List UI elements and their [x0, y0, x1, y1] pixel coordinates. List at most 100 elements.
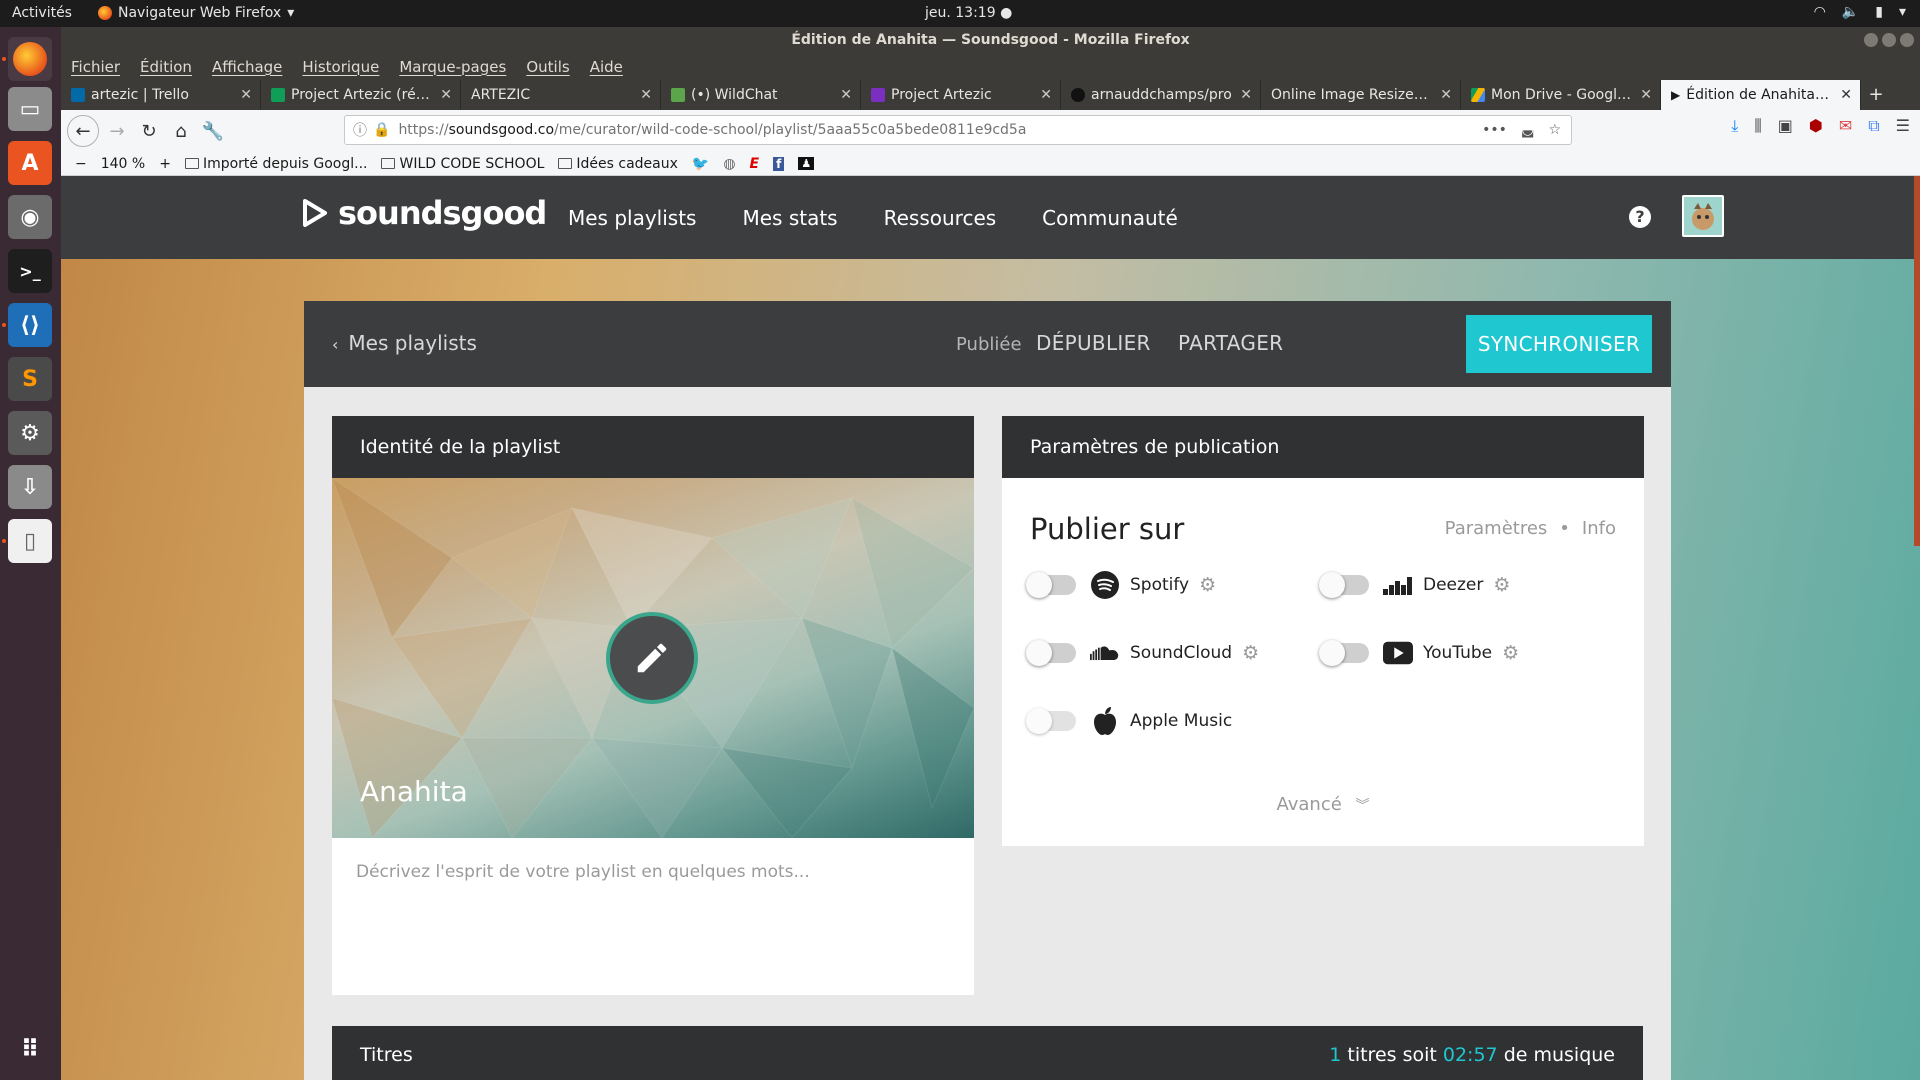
tab-trello[interactable]: artezic | Trello ✕: [61, 80, 261, 110]
reload-button[interactable]: ↻: [133, 115, 165, 147]
clock[interactable]: jeu. 13:19 ●: [925, 5, 1012, 21]
info-link[interactable]: Info: [1582, 518, 1616, 539]
translate-icon[interactable]: ⧉: [1868, 116, 1879, 136]
new-tab-button[interactable]: +: [1861, 80, 1891, 110]
customize-button[interactable]: 🔧: [197, 115, 229, 147]
edit-cover-button[interactable]: [606, 612, 698, 704]
dock-files[interactable]: ▭: [8, 87, 52, 131]
tab-close-icon[interactable]: ✕: [440, 80, 452, 110]
bookmark-folder-gifts[interactable]: Idées cadeaux: [558, 156, 678, 172]
tab-close-icon[interactable]: ✕: [640, 80, 652, 110]
tab-close-icon[interactable]: ✕: [1040, 80, 1052, 110]
bookmark-folder-google[interactable]: Importé depuis Googl...: [184, 156, 367, 172]
page-scrollbar[interactable]: [1914, 176, 1920, 546]
playlist-description-input[interactable]: Décrivez l'esprit de votre playlist en q…: [356, 862, 810, 882]
playlist-cover[interactable]: Anahita: [332, 478, 974, 838]
nav-mes-stats[interactable]: Mes stats: [742, 206, 837, 230]
bookmark-folder-wcs[interactable]: WILD CODE SCHOOL: [381, 156, 544, 172]
site-logo[interactable]: soundsgood: [302, 194, 547, 232]
dock-show-apps[interactable]: ⠿: [8, 1027, 52, 1071]
tab-close-icon[interactable]: ✕: [240, 80, 252, 110]
gear-icon[interactable]: ⚙: [1199, 574, 1216, 596]
menu-outils[interactable]: Outils: [526, 58, 569, 76]
system-tray[interactable]: ◠ 🔈 ▮ ▾: [1814, 4, 1906, 20]
tab-sheets[interactable]: Project Artezic (répo ✕: [261, 80, 461, 110]
globe-icon[interactable]: ◍: [723, 156, 735, 172]
nav-ressources[interactable]: Ressources: [884, 206, 997, 230]
deezer-toggle[interactable]: [1319, 572, 1369, 598]
minimize-icon[interactable]: [1864, 33, 1878, 47]
menu-historique[interactable]: Historique: [302, 58, 379, 76]
zoom-out-button[interactable]: −: [75, 156, 87, 172]
unpublish-button[interactable]: DÉPUBLIER: [1036, 331, 1151, 355]
tab-close-icon[interactable]: ✕: [1440, 80, 1452, 110]
dock-software[interactable]: A: [8, 141, 52, 185]
home-button[interactable]: ⌂: [165, 115, 197, 147]
tab-github[interactable]: arnauddchamps/pro ✕: [1061, 80, 1261, 110]
sync-button[interactable]: SYNCHRONISER: [1466, 315, 1652, 373]
spotify-toggle[interactable]: [1026, 572, 1076, 598]
apple-music-toggle[interactable]: [1026, 708, 1076, 734]
settings-link[interactable]: Paramètres: [1445, 518, 1548, 539]
tab-close-icon[interactable]: ✕: [1240, 80, 1252, 110]
back-to-playlists-link[interactable]: ‹ Mes playlists: [332, 331, 477, 355]
page-actions-icon[interactable]: •••: [1482, 122, 1507, 138]
app-menu[interactable]: Navigateur Web Firefox ▾: [98, 5, 294, 21]
menu-affichage[interactable]: Affichage: [212, 58, 282, 76]
advanced-toggle[interactable]: Avancé ︾: [1002, 794, 1644, 815]
twitter-icon[interactable]: 🐦: [692, 156, 709, 172]
share-button[interactable]: PARTAGER: [1178, 331, 1283, 355]
soundcloud-toggle[interactable]: [1026, 640, 1076, 666]
menu-marque-pages[interactable]: Marque-pages: [399, 58, 506, 76]
close-icon[interactable]: [1900, 33, 1914, 47]
menu-aide[interactable]: Aide: [590, 58, 623, 76]
nav-communaute[interactable]: Communauté: [1042, 206, 1178, 230]
dock-document[interactable]: ▯: [8, 519, 52, 563]
pocket-icon[interactable]: ◛: [1521, 122, 1535, 138]
playlist-name[interactable]: Anahita: [360, 775, 468, 808]
zoom-level[interactable]: 140 %: [101, 156, 145, 172]
tab-wildchat[interactable]: (•) WildChat ✕: [661, 80, 861, 110]
tab-close-icon[interactable]: ✕: [1840, 80, 1852, 110]
tab-close-icon[interactable]: ✕: [840, 80, 852, 110]
facebook-icon[interactable]: f: [773, 156, 785, 171]
bookmark-e-icon[interactable]: E: [750, 156, 760, 172]
menu-edition[interactable]: Édition: [140, 58, 192, 76]
tab-google-drive[interactable]: Mon Drive - Google D ✕: [1461, 80, 1661, 110]
menu-fichier[interactable]: Fichier: [71, 58, 120, 76]
url-bar[interactable]: ⓘ 🔒 https://soundsgood.co/me/curator/wil…: [344, 115, 1572, 145]
bookmark-star-icon[interactable]: ☆: [1548, 122, 1561, 138]
maximize-icon[interactable]: [1882, 33, 1896, 47]
avatar[interactable]: [1682, 195, 1724, 237]
back-button[interactable]: ←: [67, 115, 99, 147]
dock-vscode[interactable]: ⟨⟩: [8, 303, 52, 347]
gear-icon[interactable]: ⚙: [1242, 642, 1259, 664]
bookmark-dark-icon[interactable]: ♟: [798, 157, 815, 170]
dock-camera[interactable]: ◉: [8, 195, 52, 239]
tab-label: Project Artezic: [891, 87, 992, 103]
download-icon[interactable]: ⤓: [1731, 116, 1738, 136]
dock-sublime[interactable]: S: [8, 357, 52, 401]
zoom-in-button[interactable]: +: [159, 156, 171, 172]
forward-button[interactable]: →: [101, 115, 133, 147]
sidebar-icon[interactable]: ▣: [1778, 116, 1793, 136]
tab-project-artezic[interactable]: Project Artezic ✕: [861, 80, 1061, 110]
dock-settings[interactable]: ⚙: [8, 411, 52, 455]
dock-installer[interactable]: ⇩: [8, 465, 52, 509]
gear-icon[interactable]: ⚙: [1493, 574, 1510, 596]
activities-button[interactable]: Activités: [12, 5, 72, 21]
dock-terminal[interactable]: >_: [8, 249, 52, 293]
hamburger-menu-icon[interactable]: ☰: [1896, 116, 1910, 136]
help-icon[interactable]: ?: [1629, 206, 1651, 228]
tab-image-resizer[interactable]: Online Image Resizer - C ✕: [1261, 80, 1461, 110]
dock-firefox[interactable]: [8, 37, 52, 81]
tab-soundsgood-active[interactable]: ▶ Édition de Anahita — ✕: [1661, 80, 1861, 110]
ublock-icon[interactable]: ⬢: [1809, 116, 1823, 136]
tab-close-icon[interactable]: ✕: [1640, 80, 1652, 110]
gmail-icon[interactable]: ✉: [1839, 116, 1852, 136]
library-icon[interactable]: ⫼: [1754, 116, 1761, 136]
gear-icon[interactable]: ⚙: [1502, 642, 1519, 664]
youtube-toggle[interactable]: [1319, 640, 1369, 666]
nav-mes-playlists[interactable]: Mes playlists: [568, 206, 696, 230]
tab-artezic[interactable]: ARTEZIC ✕: [461, 80, 661, 110]
